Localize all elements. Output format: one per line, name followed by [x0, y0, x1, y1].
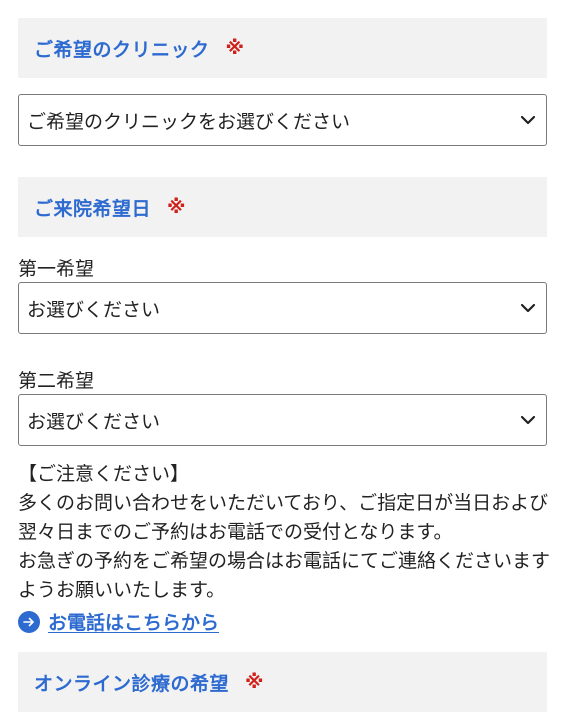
first-choice-label: 第一希望: [18, 258, 95, 280]
chevron-down-icon: [520, 415, 536, 425]
notice-paragraph-2: お急ぎの予約をご希望の場合はお電話にてご連絡くださいますようお願いいたします。: [18, 550, 551, 601]
chevron-down-icon: [520, 115, 536, 125]
visit-date-section-title: ご来院希望日: [34, 197, 152, 220]
first-choice-select-value: お選びください: [27, 298, 161, 321]
notice-block: 【ご注意ください】 多くのお問い合わせをいただいており、ご指定日が当日および翌々…: [18, 460, 550, 605]
phone-link[interactable]: お電話はこちらから: [18, 608, 219, 635]
clinic-required-mark: ※: [225, 37, 244, 59]
second-choice-select-value: お選びください: [27, 410, 161, 433]
second-choice-label: 第二希望: [18, 370, 95, 392]
online-required-mark: ※: [245, 671, 264, 693]
second-choice-select[interactable]: お選びください: [18, 394, 547, 446]
clinic-select-value: ご希望のクリニックをお選びください: [27, 110, 351, 133]
first-choice-select[interactable]: お選びください: [18, 282, 547, 334]
visit-date-required-mark: ※: [167, 196, 186, 218]
notice-heading: 【ご注意ください】: [18, 463, 190, 485]
phone-link-label: お電話はこちらから: [48, 612, 220, 634]
chevron-down-icon: [520, 303, 536, 313]
visit-date-section-header: ご来院希望日 ※: [18, 177, 547, 237]
online-section-header: オンライン診療の希望 ※: [18, 652, 547, 712]
notice-paragraph-1: 多くのお問い合わせをいただいており、ご指定日が当日および翌々日までのご予約はお電…: [18, 492, 549, 543]
arrow-right-circle-icon: [18, 610, 40, 633]
clinic-section-title: ご希望のクリニック: [34, 38, 210, 61]
clinic-section-header: ご希望のクリニック ※: [18, 18, 547, 78]
online-section-title: オンライン診療の希望: [34, 672, 230, 695]
clinic-select[interactable]: ご希望のクリニックをお選びください: [18, 94, 547, 146]
